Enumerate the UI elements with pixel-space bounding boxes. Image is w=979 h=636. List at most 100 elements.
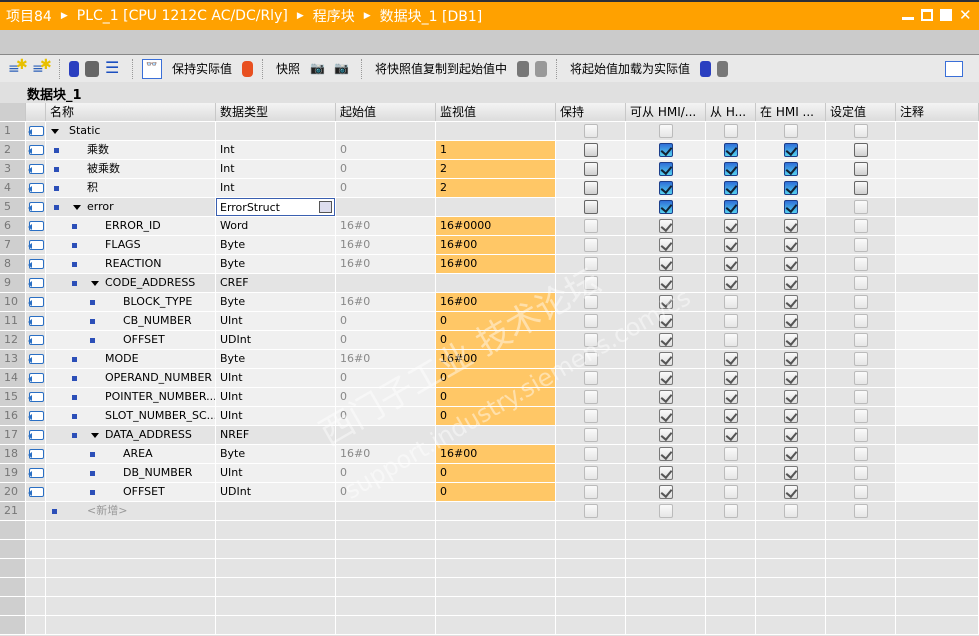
start-value-cell[interactable]: 0	[336, 331, 436, 349]
start-value-cell[interactable]: 0	[336, 160, 436, 178]
col-retain[interactable]: 保持	[556, 103, 626, 121]
name-cell[interactable]: 积	[46, 179, 216, 197]
data-type-cell[interactable]: Int	[216, 141, 336, 159]
data-type-cell[interactable]: Byte	[216, 293, 336, 311]
comment-cell[interactable]	[896, 198, 979, 216]
data-type-cell[interactable]: UInt	[216, 464, 336, 482]
name-cell[interactable]: 被乘数	[46, 160, 216, 178]
comment-cell[interactable]	[896, 293, 979, 311]
start-value-cell[interactable]: 0	[336, 369, 436, 387]
start-value-cell[interactable]	[336, 122, 436, 140]
comment-cell[interactable]	[896, 255, 979, 273]
col-hmi-settable[interactable]: 在 HMI ...	[756, 103, 826, 121]
table-row[interactable]: 15 POINTER_NUMBER... UInt 0 0	[0, 388, 979, 407]
add-row-icon[interactable]: ≡ ✱	[32, 57, 52, 77]
comment-cell[interactable]	[896, 407, 979, 425]
data-type-cell[interactable]: Int	[216, 179, 336, 197]
name-cell[interactable]: AREA	[46, 445, 216, 463]
hmi-accessible-checkbox[interactable]	[658, 181, 673, 195]
insert-row-icon[interactable]: ≡ ✱	[8, 57, 28, 77]
name-cell[interactable]: MODE	[46, 350, 216, 368]
data-type-cell[interactable]: ErrorStruct	[216, 198, 336, 216]
name-cell[interactable]: OFFSET	[46, 483, 216, 501]
table-row[interactable]: 6 ERROR_ID Word 16#0 16#0000	[0, 217, 979, 236]
table-row[interactable]: 9 CODE_ADDRESS CREF	[0, 274, 979, 293]
table-row[interactable]: 8 REACTION Byte 16#0 16#00	[0, 255, 979, 274]
hmi-visible-checkbox[interactable]	[723, 143, 738, 157]
copy-snapshot-all-icon[interactable]	[535, 60, 548, 77]
name-cell[interactable]: 乘数	[46, 141, 216, 159]
data-type-cell[interactable]: UInt	[216, 312, 336, 330]
collapse-icon[interactable]	[73, 205, 81, 210]
start-value-cell[interactable]: 16#0	[336, 255, 436, 273]
hmi-accessible-checkbox[interactable]	[658, 162, 673, 176]
comment-cell[interactable]	[896, 160, 979, 178]
col-hmi-accessible[interactable]: 可从 HMI/...	[626, 103, 706, 121]
database-lock-icon[interactable]	[242, 60, 254, 77]
col-start-value[interactable]: 起始值	[336, 103, 436, 121]
hmi-visible-checkbox[interactable]	[723, 181, 738, 195]
name-cell[interactable]: FLAGS	[46, 236, 216, 254]
start-value-cell[interactable]: 0	[336, 483, 436, 501]
comment-cell[interactable]	[896, 331, 979, 349]
col-data-type[interactable]: 数据类型	[216, 103, 336, 121]
float-icon[interactable]	[921, 9, 933, 21]
comment-cell[interactable]	[896, 388, 979, 406]
breadcrumb-plc[interactable]: PLC_1 [CPU 1212C AC/DC/Rly]	[77, 8, 288, 24]
start-value-cell[interactable]: 0	[336, 179, 436, 197]
data-type-cell[interactable]: NREF	[216, 426, 336, 444]
copy-snapshot-icon[interactable]	[517, 60, 530, 77]
col-hmi-visible[interactable]: 从 H...	[706, 103, 756, 121]
comment-cell[interactable]	[896, 236, 979, 254]
name-cell[interactable]: SLOT_NUMBER_SC...	[46, 407, 216, 425]
table-row[interactable]: 2 乘数 Int 0 1	[0, 141, 979, 160]
retain-checkbox[interactable]	[583, 143, 598, 157]
table-row[interactable]: 5 error ErrorStruct	[0, 198, 979, 217]
table-row[interactable]: 3 被乘数 Int 0 2	[0, 160, 979, 179]
data-type-cell[interactable]: UInt	[216, 407, 336, 425]
data-type-input[interactable]: ErrorStruct	[216, 198, 335, 216]
comment-cell[interactable]	[896, 350, 979, 368]
retain-checkbox[interactable]	[583, 162, 598, 176]
settings-panel-icon[interactable]	[945, 60, 963, 77]
hmi-visible-checkbox[interactable]	[723, 162, 738, 176]
start-value-cell[interactable]: 0	[336, 388, 436, 406]
close-icon[interactable]: ✕	[959, 8, 972, 23]
data-type-cell[interactable]: Byte	[216, 350, 336, 368]
update-interface-icon[interactable]	[85, 60, 99, 77]
comment-cell[interactable]	[896, 274, 979, 292]
comment-cell[interactable]	[896, 217, 979, 235]
name-cell[interactable]: POINTER_NUMBER...	[46, 388, 216, 406]
monitor-all-icon[interactable]: 👓	[142, 58, 162, 79]
name-cell[interactable]: BLOCK_TYPE	[46, 293, 216, 311]
load-start-icon[interactable]	[700, 60, 712, 77]
start-value-cell[interactable]: 16#0	[336, 293, 436, 311]
data-type-cell[interactable]: Word	[216, 217, 336, 235]
table-row[interactable]: 21 <新增>	[0, 502, 979, 521]
hmi-visible-checkbox[interactable]	[723, 200, 738, 214]
collapse-icon[interactable]	[91, 281, 99, 286]
name-cell[interactable]: <新增>	[46, 502, 216, 520]
copy-snapshot-to-start-button[interactable]: 将快照值复制到起始值中	[375, 60, 507, 77]
start-value-cell[interactable]	[336, 198, 436, 216]
start-value-cell[interactable]: 16#0	[336, 217, 436, 235]
comment-cell[interactable]	[896, 502, 979, 520]
keep-actual-values-button[interactable]: 保持实际值	[172, 60, 232, 77]
comment-cell[interactable]	[896, 464, 979, 482]
start-value-cell[interactable]: 0	[336, 312, 436, 330]
start-value-cell[interactable]: 0	[336, 141, 436, 159]
start-value-cell[interactable]: 0	[336, 464, 436, 482]
maximize-icon[interactable]	[940, 9, 952, 21]
table-row[interactable]: 1 Static	[0, 122, 979, 141]
data-type-cell[interactable]: Byte	[216, 236, 336, 254]
name-cell[interactable]: OFFSET	[46, 331, 216, 349]
expand-all-icon[interactable]: ☰	[105, 59, 123, 77]
hmi-settable-checkbox[interactable]	[783, 143, 798, 157]
name-cell[interactable]: CODE_ADDRESS	[46, 274, 216, 292]
start-value-cell[interactable]: 16#0	[336, 350, 436, 368]
table-row[interactable]: 4 积 Int 0 2	[0, 179, 979, 198]
comment-cell[interactable]	[896, 445, 979, 463]
type-picker-icon[interactable]	[319, 201, 332, 213]
comment-cell[interactable]	[896, 426, 979, 444]
name-cell[interactable]: Static	[46, 122, 216, 140]
